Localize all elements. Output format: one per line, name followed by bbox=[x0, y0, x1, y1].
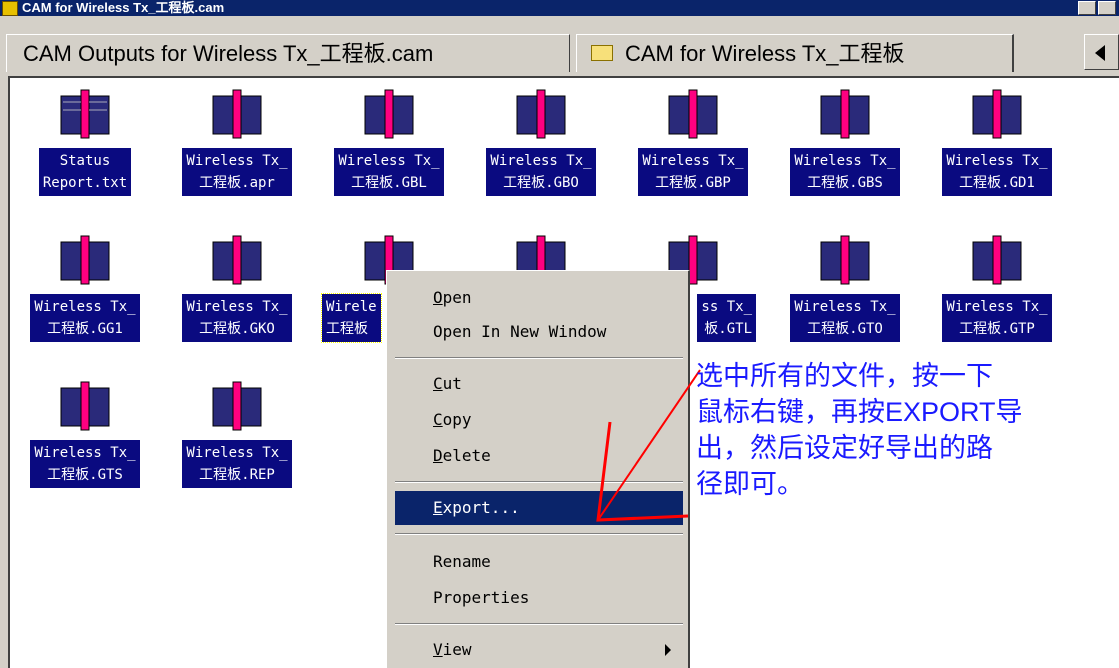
file-label: Wireless Tx_ 工程板.REP bbox=[162, 440, 312, 488]
file-item[interactable]: Wireless Tx_ 工程板.GTS bbox=[10, 370, 160, 500]
tab-bar: CAM Outputs for Wireless Tx_工程板.cam CAM … bbox=[0, 16, 1119, 74]
file-item[interactable]: Wireless Tx_ 工程板.GTO bbox=[770, 224, 920, 354]
menu-item-open[interactable]: Open bbox=[395, 281, 683, 315]
menu-item-rename[interactable]: Rename bbox=[395, 545, 683, 579]
submenu-arrow-icon bbox=[665, 644, 671, 656]
file-label: Status Report.txt bbox=[10, 148, 160, 196]
tab-cam-folder[interactable]: CAM for Wireless Tx_工程板 bbox=[576, 34, 1014, 72]
file-label: Wireless Tx_ 工程板.apr bbox=[162, 148, 312, 196]
context-menu: Open Open In New Window Cut Copy Delete … bbox=[386, 270, 690, 668]
menu-item-view[interactable]: View bbox=[395, 633, 683, 667]
file-item[interactable]: Wireless Tx_ 工程板.apr bbox=[162, 78, 312, 208]
menu-separator bbox=[395, 481, 683, 483]
tab-label: CAM Outputs for Wireless Tx_工程板.cam bbox=[23, 41, 434, 66]
tab-cam-outputs[interactable]: CAM Outputs for Wireless Tx_工程板.cam bbox=[6, 34, 570, 72]
menu-item-delete[interactable]: Delete bbox=[395, 439, 683, 473]
window-title: CAM for Wireless Tx_工程板.cam bbox=[22, 0, 225, 15]
document-icon bbox=[516, 89, 566, 139]
file-label: Wireless Tx_ 工程板.GKO bbox=[162, 294, 312, 342]
menu-item-cut[interactable]: Cut bbox=[395, 367, 683, 401]
file-label: Wireless Tx_ 工程板.GTO bbox=[770, 294, 920, 342]
app-icon bbox=[2, 1, 18, 16]
document-icon bbox=[60, 235, 110, 285]
annotation-note: 选中所有的文件，按一下 鼠标右键，再按EXPORT导 出，然后设定好导出的路 径… bbox=[696, 361, 1023, 499]
file-label: Wireless Tx_ 工程板.GBO bbox=[466, 148, 616, 196]
menu-item-export[interactable]: Export... bbox=[395, 491, 683, 525]
maximize-button[interactable] bbox=[1098, 1, 1116, 15]
file-item[interactable]: Wireless Tx_ 工程板.GTP bbox=[922, 224, 1072, 354]
file-item[interactable]: Wireless Tx_ 工程板.GBP bbox=[618, 78, 768, 208]
window-titlebar: CAM for Wireless Tx_工程板.cam bbox=[0, 0, 1119, 16]
file-item[interactable]: Wireless Tx_ 工程板.GKO bbox=[162, 224, 312, 354]
tab-scroll-left-button[interactable] bbox=[1084, 34, 1119, 70]
document-icon bbox=[212, 235, 262, 285]
menu-separator bbox=[395, 623, 683, 625]
document-icon bbox=[972, 235, 1022, 285]
file-item[interactable]: Wireless Tx_ 工程板.GBL bbox=[314, 78, 464, 208]
menu-item-open-new-window[interactable]: Open In New Window bbox=[395, 315, 683, 349]
document-icon bbox=[820, 89, 870, 139]
menu-separator bbox=[395, 533, 683, 535]
file-item[interactable]: Status Report.txt bbox=[10, 78, 160, 208]
minimize-button[interactable] bbox=[1078, 1, 1096, 15]
document-icon bbox=[972, 89, 1022, 139]
file-label: Wireless Tx_ 工程板.GTP bbox=[922, 294, 1072, 342]
file-item[interactable]: Wireless Tx_ 工程板.GG1 bbox=[10, 224, 160, 354]
file-item[interactable]: Wireless Tx_ 工程板.GBS bbox=[770, 78, 920, 208]
document-icon bbox=[364, 89, 414, 139]
folder-icon bbox=[591, 45, 613, 62]
document-icon bbox=[212, 381, 262, 431]
file-label: Wireless Tx_ 工程板.GTS bbox=[10, 440, 160, 488]
file-label: Wireless Tx_ 工程板.GBS bbox=[770, 148, 920, 196]
file-label: Wireless Tx_ 工程板.GBP bbox=[618, 148, 768, 196]
arrow-left-icon bbox=[1095, 45, 1105, 61]
menu-item-properties[interactable]: Properties bbox=[395, 581, 683, 615]
menu-separator bbox=[395, 357, 683, 359]
file-label: Wireless Tx_ 工程板.GG1 bbox=[10, 294, 160, 342]
document-icon bbox=[60, 381, 110, 431]
file-item[interactable]: Wireless Tx_ 工程板.GD1 bbox=[922, 78, 1072, 208]
tab-label: CAM for Wireless Tx_工程板 bbox=[625, 41, 905, 66]
document-icon bbox=[668, 89, 718, 139]
menu-item-copy[interactable]: Copy bbox=[395, 403, 683, 437]
file-label: Wireless Tx_ 工程板.GD1 bbox=[922, 148, 1072, 196]
document-icon bbox=[820, 235, 870, 285]
file-label: Wireless Tx_ 工程板.GBL bbox=[314, 148, 464, 196]
file-item[interactable]: Wireless Tx_ 工程板.REP bbox=[162, 370, 312, 500]
file-item[interactable]: Wireless Tx_ 工程板.GBO bbox=[466, 78, 616, 208]
document-icon bbox=[60, 89, 110, 139]
document-icon bbox=[212, 89, 262, 139]
